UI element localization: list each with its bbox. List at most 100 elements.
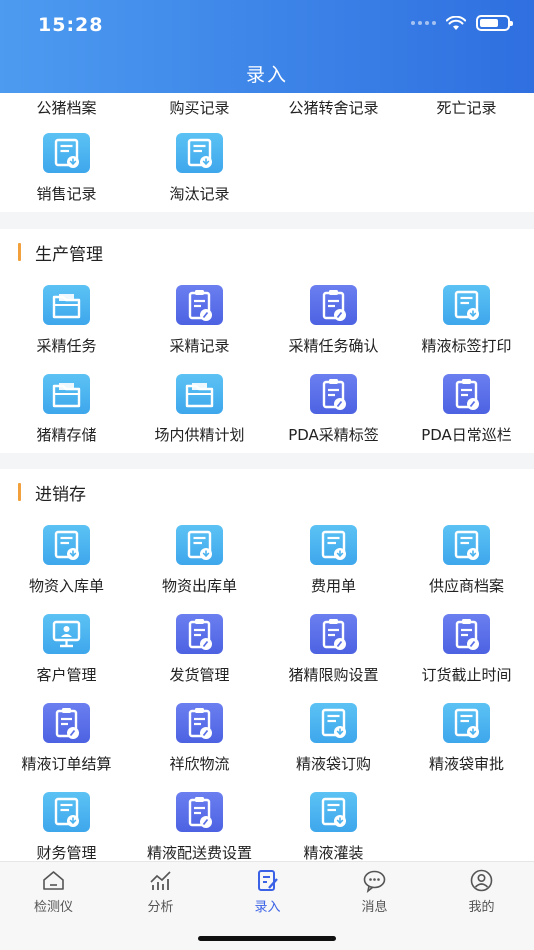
doc-download-icon	[43, 792, 90, 832]
cellular-signal-icon	[411, 21, 436, 25]
grid-item-label: 精液袋审批	[428, 755, 504, 773]
tab-label: 检测仪	[33, 900, 73, 915]
grid-item[interactable]: 祥欣物流	[133, 697, 266, 786]
grid-item[interactable]: 淘汰记录	[133, 127, 266, 216]
content-scroll[interactable]: 公猪档案 购买记录 公猪转舍记录 死亡记录销售记录 淘汰记录 生产管理 采精任务 采精记录…	[0, 93, 534, 861]
grid-item[interactable]: 供应商档案	[400, 519, 533, 608]
grid-item[interactable]: 财务管理	[0, 786, 133, 861]
grid-item-label[interactable]: 购买记录	[133, 97, 266, 118]
grid-item[interactable]: PDA日常巡栏	[400, 368, 533, 457]
grid-item-label: 精液灌装	[303, 844, 364, 861]
grid-item[interactable]: 精液配送费设置	[133, 786, 266, 861]
status-icons	[411, 15, 513, 31]
grid-item[interactable]: 精液袋审批	[400, 697, 533, 786]
grid-item-label: PDA日常巡栏	[421, 426, 512, 444]
doc-download-icon	[43, 525, 90, 565]
clipboard-edit-icon	[310, 374, 357, 414]
battery-icon	[476, 15, 513, 31]
grid-item-label: 供应商档案	[428, 577, 504, 595]
grid-item-label: 销售记录	[36, 185, 97, 203]
monitor-user-icon	[43, 614, 90, 654]
tab-chart[interactable]: 分析	[107, 862, 214, 922]
grid-item[interactable]: 精液标签打印	[400, 279, 533, 368]
grid-item[interactable]: 场内供精计划	[133, 368, 266, 457]
clipboard-edit-icon	[176, 703, 223, 743]
doc-download-icon	[443, 285, 490, 325]
doc-download-icon	[443, 525, 490, 565]
grid-item-label: 发货管理	[169, 666, 230, 684]
section-inventory: 进销存 物资入库单 物资出库单 费用单 供应商档案客户管理 发货管理 猪精限购设置 订货截止…	[0, 469, 534, 861]
section-title-bar	[18, 243, 21, 261]
grid-item[interactable]: 精液袋订购	[267, 697, 400, 786]
grid-item-label: 财务管理	[36, 844, 97, 861]
grid-item[interactable]: 猪精存储	[0, 368, 133, 457]
grid-item-label: 采精任务	[36, 337, 97, 355]
folder-icon	[176, 374, 223, 414]
status-time: 15:28	[38, 14, 104, 36]
doc-download-icon	[443, 703, 490, 743]
grid-item-label: 祥欣物流	[169, 755, 230, 773]
grid-item-label: 精液订单结算	[21, 755, 112, 773]
page-title: 录入	[245, 64, 288, 86]
grid-item[interactable]: 采精记录	[133, 279, 266, 368]
grid-item-label[interactable]: 死亡记录	[400, 97, 533, 118]
tab-label: 我的	[468, 900, 495, 915]
grid-item[interactable]: 采精任务确认	[267, 279, 400, 368]
grid-item[interactable]: 精液订单结算	[0, 697, 133, 786]
wifi-icon	[446, 15, 466, 30]
clipboard-edit-icon	[310, 285, 357, 325]
grid-item[interactable]: 销售记录	[0, 127, 133, 216]
grid-item[interactable]: 采精任务	[0, 279, 133, 368]
tab-message[interactable]: 消息	[321, 862, 428, 922]
grid-item[interactable]: 费用单	[267, 519, 400, 608]
grid-item-label[interactable]: 公猪转舍记录	[267, 97, 400, 118]
grid-item-label[interactable]: 公猪档案	[0, 97, 133, 118]
clipboard-edit-icon	[176, 792, 223, 832]
grid-item-label: 订货截止时间	[421, 666, 512, 684]
tab-label: 录入	[254, 900, 281, 915]
grid-item[interactable]: 精液灌装	[267, 786, 400, 861]
section-title-bar	[18, 483, 21, 501]
grid-item[interactable]: 客户管理	[0, 608, 133, 697]
grid-item-label: 采精任务确认	[288, 337, 379, 355]
section-title-text: 生产管理	[35, 244, 103, 265]
clipboard-edit-icon	[443, 614, 490, 654]
tab-label: 消息	[361, 900, 388, 915]
grid-item[interactable]: 订货截止时间	[400, 608, 533, 697]
grid-item-label: 场内供精计划	[154, 426, 245, 444]
home-indicator	[198, 936, 336, 941]
grid-item-label: 费用单	[310, 577, 356, 595]
grid-item-label: 物资出库单	[161, 577, 237, 595]
clipboard-edit-icon	[176, 285, 223, 325]
tab-edit[interactable]: 录入	[214, 862, 321, 922]
clipboard-edit-icon	[43, 703, 90, 743]
section-top: 公猪档案 购买记录 公猪转舍记录 死亡记录销售记录 淘汰记录	[0, 93, 534, 212]
tab-home[interactable]: 检测仪	[0, 862, 107, 922]
tab-label: 分析	[147, 900, 174, 915]
grid-item-label: 猪精限购设置	[288, 666, 379, 684]
grid-item[interactable]: 猪精限购设置	[267, 608, 400, 697]
grid-item-label: 猪精存储	[36, 426, 97, 444]
grid-item-label: 精液标签打印	[421, 337, 512, 355]
grid-item-label: 精液配送费设置	[146, 844, 252, 861]
section-production: 生产管理 采精任务 采精记录 采精任务确认 精液标签打印猪精存储 场内供精计划 PDA采精…	[0, 229, 534, 453]
tab-user[interactable]: 我的	[428, 862, 534, 922]
top-header: 15:28 录入	[0, 0, 534, 93]
grid-item[interactable]: 物资出库单	[133, 519, 266, 608]
section-title: 进销存	[18, 483, 86, 505]
clipboard-edit-icon	[443, 374, 490, 414]
doc-download-icon	[310, 792, 357, 832]
grid-item-label: PDA采精标签	[288, 426, 379, 444]
grid-item-label: 淘汰记录	[169, 185, 230, 203]
doc-download-icon	[310, 703, 357, 743]
doc-download-icon	[176, 133, 223, 173]
grid-item-label: 客户管理	[36, 666, 97, 684]
folder-icon	[43, 374, 90, 414]
grid-item[interactable]: PDA采精标签	[267, 368, 400, 457]
doc-download-icon	[43, 133, 90, 173]
grid-item[interactable]: 发货管理	[133, 608, 266, 697]
section-title: 生产管理	[18, 243, 103, 265]
section-title-text: 进销存	[35, 484, 86, 505]
grid-item-label: 采精记录	[169, 337, 230, 355]
grid-item[interactable]: 物资入库单	[0, 519, 133, 608]
